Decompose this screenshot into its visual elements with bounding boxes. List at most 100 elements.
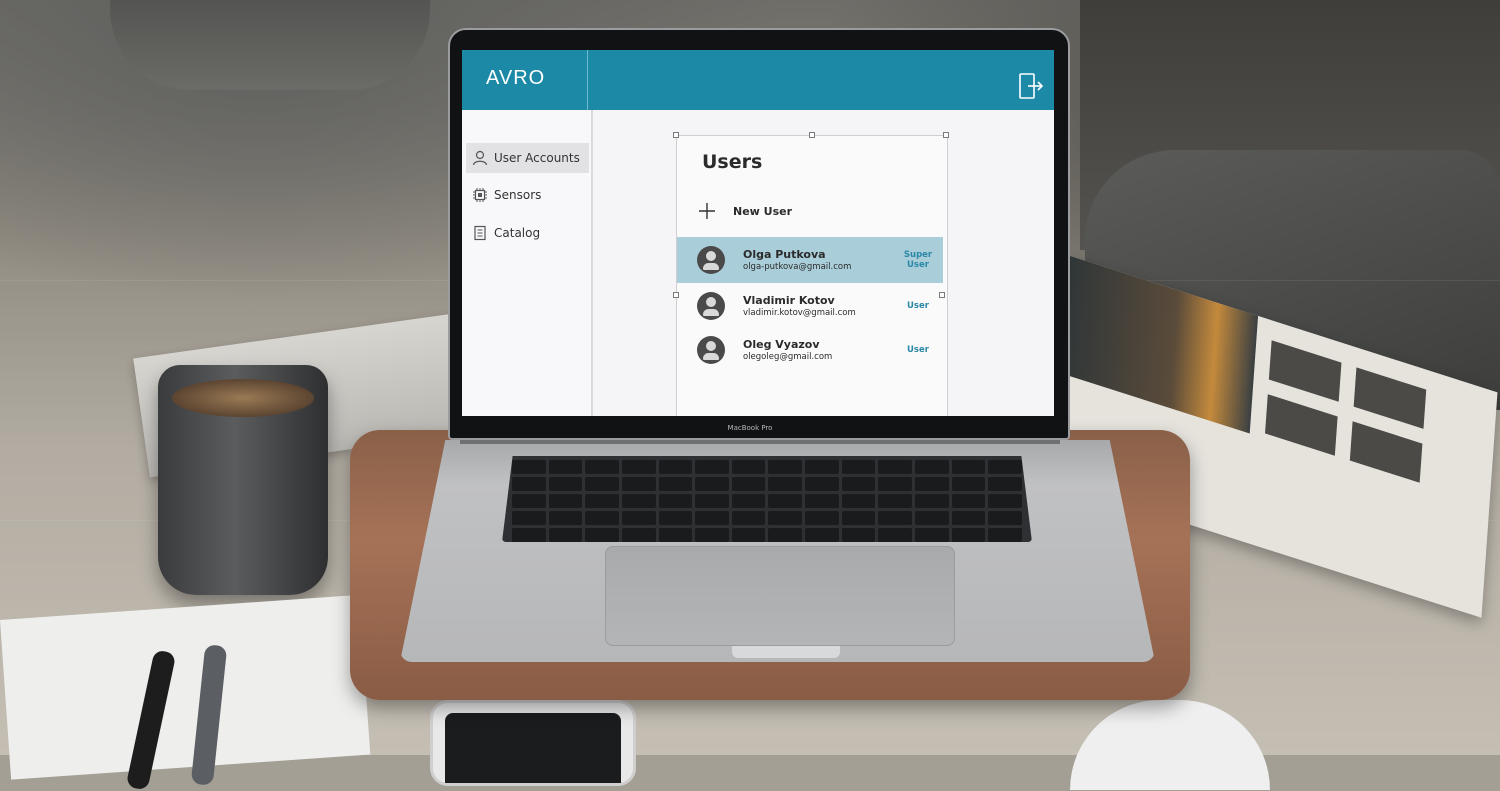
keyboard-key [548,477,583,491]
role-line: User [907,301,929,311]
keyboard-key [988,460,1022,474]
keyboard-key [951,494,986,508]
coffee-cup [158,365,328,595]
sidebar-item-sensors[interactable]: Sensors [466,180,589,210]
keyboard-key [805,460,839,474]
resize-handle[interactable] [943,132,949,138]
keyboard-key [805,494,839,508]
keyboard-key [695,460,729,474]
keyboard-key [988,528,1022,542]
keyboard-key [915,511,949,525]
keyboard-key [731,460,766,474]
user-name: Oleg Vyazov [743,338,820,351]
keyboard-key [512,460,546,474]
keyboard-key [878,477,913,491]
role-line: User [907,345,929,355]
user-name: Olga Putkova [743,248,826,261]
key-grid [512,460,1022,542]
avatar [697,246,725,274]
keyboard-key [621,494,656,508]
keyboard-key [695,511,729,525]
keyboard-key [768,511,803,525]
sidebar-item-label: Catalog [494,226,541,240]
keyboard-key [621,511,656,525]
sidebar-item-label: User Accounts [494,151,580,165]
sidebar-item-user-accounts[interactable]: User Accounts [466,143,589,173]
keyboard-key [621,528,656,542]
laptop-notch [732,646,840,658]
keyboard-key [878,460,913,474]
sidebar-item-catalog[interactable]: Catalog [466,218,589,248]
keyboard-key [658,494,693,508]
keyboard-key [512,494,546,508]
phone-screen [445,713,621,783]
keyboard-key [658,511,693,525]
app-logo[interactable]: AVRO [486,67,545,90]
keyboard-key [548,460,583,474]
keyboard-key [621,460,656,474]
keyboard-key [841,511,876,525]
keyboard-key [695,528,729,542]
keyboard-key [658,477,693,491]
keyboard-key [512,477,546,491]
keyboard-key [841,494,876,508]
keyboard-key [805,477,839,491]
user-icon [472,150,488,166]
keyboard-key [695,494,729,508]
user-row[interactable]: Olga Putkova olga-putkova@gmail.com Supe… [677,237,943,283]
book-photo [1353,367,1427,429]
keyboard-key [915,494,949,508]
user-role: User [893,301,943,311]
keyboard-key [731,511,766,525]
keyboard-key [915,528,949,542]
avatar [697,336,725,364]
user-row[interactable]: Oleg Vyazov olegoleg@gmail.com User [677,327,943,373]
user-email: olga-putkova@gmail.com [743,262,852,272]
role-line: Super [903,250,933,260]
keyboard-key [585,460,619,474]
keyboard-key [548,494,583,508]
keyboard-key [768,460,803,474]
keyboard-key [988,494,1022,508]
resize-handle[interactable] [673,132,679,138]
user-row[interactable]: Vladimir Kotov vladimir.kotov@gmail.com … [677,283,943,329]
role-line: User [907,260,929,270]
keyboard-key [988,477,1022,491]
catalog-icon [474,225,486,241]
keyboard-key [512,528,546,542]
keyboard-key [878,528,913,542]
keyboard-key [841,460,876,474]
chip-icon [473,188,487,202]
keyboard-key [621,477,656,491]
new-user-button[interactable]: New User [697,201,792,221]
trackpad [605,546,955,646]
user-name: Vladimir Kotov [743,294,835,307]
keyboard-key [768,494,803,508]
book-photo [1268,340,1342,402]
keyboard-key [695,477,729,491]
background-chair-left [110,0,430,90]
keyboard-key [951,460,986,474]
keyboard-key [548,528,583,542]
laptop-model-label: MacBook Pro [727,424,773,432]
keyboard-key [658,460,693,474]
avatar [697,292,725,320]
sidebar-item-label: Sensors [494,188,542,202]
resize-handle[interactable] [809,132,815,138]
keyboard [502,456,1032,542]
user-email: olegoleg@gmail.com [743,352,833,362]
keyboard-key [951,511,986,525]
keyboard-key [585,477,619,491]
keyboard-key [951,528,986,542]
keyboard-key [585,511,619,525]
logout-icon[interactable] [1018,72,1044,100]
keyboard-key [951,477,986,491]
keyboard-key [805,528,839,542]
keyboard-key [585,528,619,542]
new-user-label: New User [733,204,793,218]
keyboard-key [658,528,693,542]
user-role: User [893,345,943,355]
page-title: Users [702,151,763,173]
keyboard-key [915,477,949,491]
logo-block: AVRO [462,50,588,110]
